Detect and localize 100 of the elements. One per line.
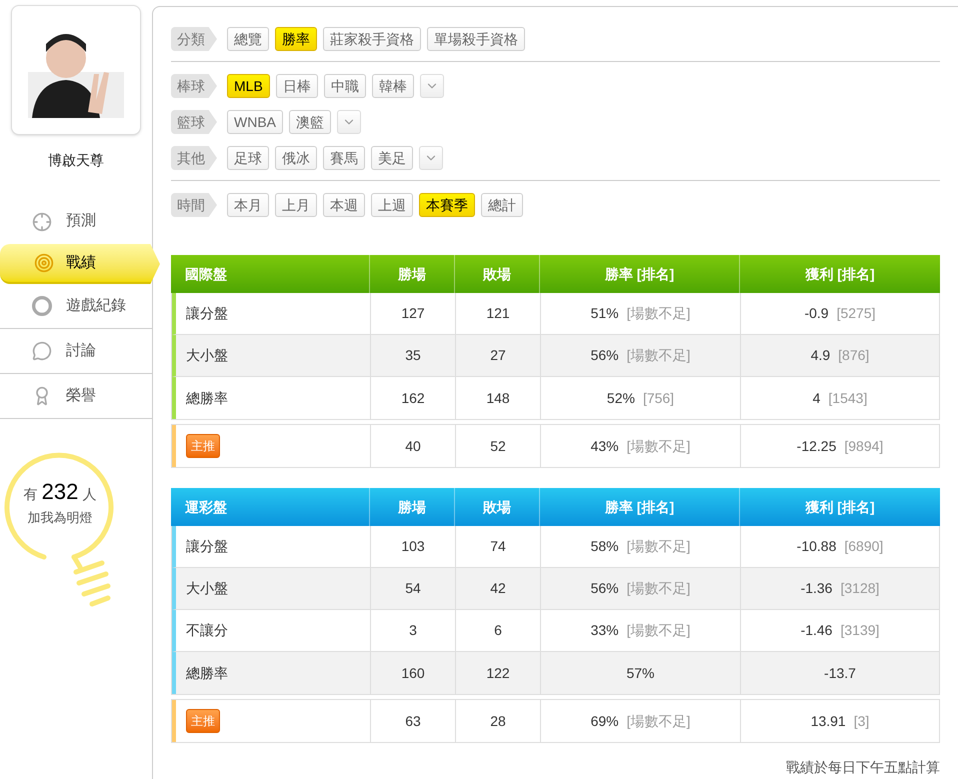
filter-tab[interactable]: 美足 <box>371 146 413 170</box>
user-name: 博啟天尊 <box>47 151 105 170</box>
win-rate: 56% <box>590 346 619 365</box>
filter-tab[interactable]: WNBA <box>227 110 283 134</box>
rank-text: [6890] <box>844 537 884 556</box>
table-cell: 127 <box>370 293 455 334</box>
table-cell: 121 <box>455 293 540 334</box>
rank-text: [3128] <box>840 579 880 598</box>
filter-tab[interactable]: MLB <box>227 74 270 98</box>
ring-icon <box>32 296 52 316</box>
crosshair-icon <box>32 212 52 232</box>
nav-item[interactable]: 預測 <box>0 199 152 244</box>
featured-badge: 主推 <box>186 434 220 458</box>
profit: -1.36 <box>800 579 832 598</box>
table-cell: 42 <box>455 568 540 609</box>
filter-label: 分類 <box>171 27 217 51</box>
rank-text: [756] <box>642 388 674 408</box>
win-rate: 52% <box>606 388 635 408</box>
table-cell: 54 <box>370 568 455 609</box>
table-cell-text: 大小盤 <box>185 346 229 365</box>
profit: 4 <box>812 388 820 408</box>
rank-text: [場數不足] <box>626 436 690 456</box>
profit: -1.46 <box>800 621 832 640</box>
table-cell: 148 <box>455 377 540 419</box>
column-header: 國際盤 <box>184 264 228 284</box>
rank-text: [場數不足] <box>626 304 690 323</box>
profit: -12.25 <box>796 436 836 456</box>
chat-icon <box>32 341 52 361</box>
filter-tab[interactable]: 莊家殺手資格 <box>323 27 421 51</box>
rank-text: [1543] <box>828 388 868 408</box>
filter-tab[interactable]: 勝率 <box>275 27 317 51</box>
rank-text: [場數不足] <box>626 621 690 640</box>
rank-text: [場數不足] <box>626 346 690 365</box>
table-cell-text: 總勝率 <box>185 388 229 408</box>
filter-tab[interactable]: 上週 <box>371 193 413 217</box>
filter-tab[interactable]: 澳籃 <box>289 110 331 134</box>
profit: 4.9 <box>810 346 830 365</box>
fans-suffix: 人 <box>82 485 96 504</box>
table-cell: 52 <box>455 425 540 467</box>
win-rate: 57% <box>626 664 655 682</box>
table-cell: 122 <box>455 652 540 694</box>
filter-tab[interactable]: 總計 <box>481 193 523 217</box>
table-cell: 6 <box>455 610 540 651</box>
rank-text: [場數不足] <box>626 712 690 731</box>
more-dropdown[interactable] <box>419 146 443 170</box>
table-cell-text: 不讓分 <box>185 621 229 640</box>
table-cell: 35 <box>370 335 455 376</box>
filter-tab[interactable]: 俄冰 <box>275 146 317 170</box>
filter-label: 時間 <box>171 193 217 217</box>
profit: -10.88 <box>796 537 836 556</box>
rank-text: [場數不足] <box>626 537 690 556</box>
filter-tab[interactable]: 單場殺手資格 <box>427 27 525 51</box>
rank-text: [場數不足] <box>626 579 690 598</box>
table-cell-text: 讓分盤 <box>185 537 229 556</box>
win-rate: 51% <box>590 304 619 323</box>
win-rate: 58% <box>590 537 619 556</box>
table-cell: 27 <box>455 335 540 376</box>
more-dropdown[interactable] <box>420 74 444 98</box>
table-cell: 40 <box>370 425 455 467</box>
rank-text: [876] <box>838 346 870 365</box>
filter-tab[interactable]: 本週 <box>323 193 365 217</box>
filter-tab[interactable]: 足球 <box>227 146 269 170</box>
table-cell: 162 <box>370 377 455 419</box>
table-cell-text: 讓分盤 <box>185 304 229 323</box>
profit: 13.91 <box>810 712 846 730</box>
win-rate: 56% <box>590 579 619 598</box>
column-header: 運彩盤 <box>184 498 228 516</box>
profit: -0.9 <box>804 304 829 323</box>
filter-tab[interactable]: 韓棒 <box>372 74 414 98</box>
profit: -13.7 <box>824 664 856 682</box>
rank-text: [3139] <box>840 621 880 640</box>
rank-text: [9894] <box>844 436 884 456</box>
featured-badge: 主推 <box>186 709 220 733</box>
filter-label: 其他 <box>171 146 217 170</box>
filter-tab[interactable]: 本賽季 <box>419 193 475 217</box>
table-cell: 3 <box>370 610 455 651</box>
filter-tab[interactable]: 總覽 <box>227 27 269 51</box>
more-dropdown[interactable] <box>337 110 361 134</box>
table-cell: 160 <box>370 652 455 694</box>
win-rate: 69% <box>590 712 619 730</box>
filter-tab[interactable]: 日棒 <box>276 74 318 98</box>
nav-item[interactable]: 戰績 <box>0 244 160 284</box>
filter-tab[interactable]: 中職 <box>324 74 366 98</box>
filter-tab[interactable]: 本月 <box>227 193 269 217</box>
table-cell: 28 <box>455 700 540 742</box>
filter-tab[interactable]: 賽馬 <box>323 146 365 170</box>
fans-caption: 加我為明燈 <box>28 509 92 527</box>
fans-count: 232 <box>42 478 78 506</box>
table-cell-text: 總勝率 <box>185 664 229 682</box>
filter-label: 棒球 <box>171 74 217 98</box>
table-cell: 74 <box>455 526 540 567</box>
win-rate: 43% <box>590 436 619 456</box>
fans-prefix: 有 <box>24 485 38 504</box>
filter-label: 籃球 <box>171 110 217 134</box>
target-icon <box>34 253 54 273</box>
table-cell-text: 大小盤 <box>185 579 229 598</box>
rank-text: [3] <box>854 712 870 731</box>
filter-tab[interactable]: 上月 <box>275 193 317 217</box>
rank-text: [5275] <box>836 304 876 323</box>
table-cell: 63 <box>370 700 455 742</box>
